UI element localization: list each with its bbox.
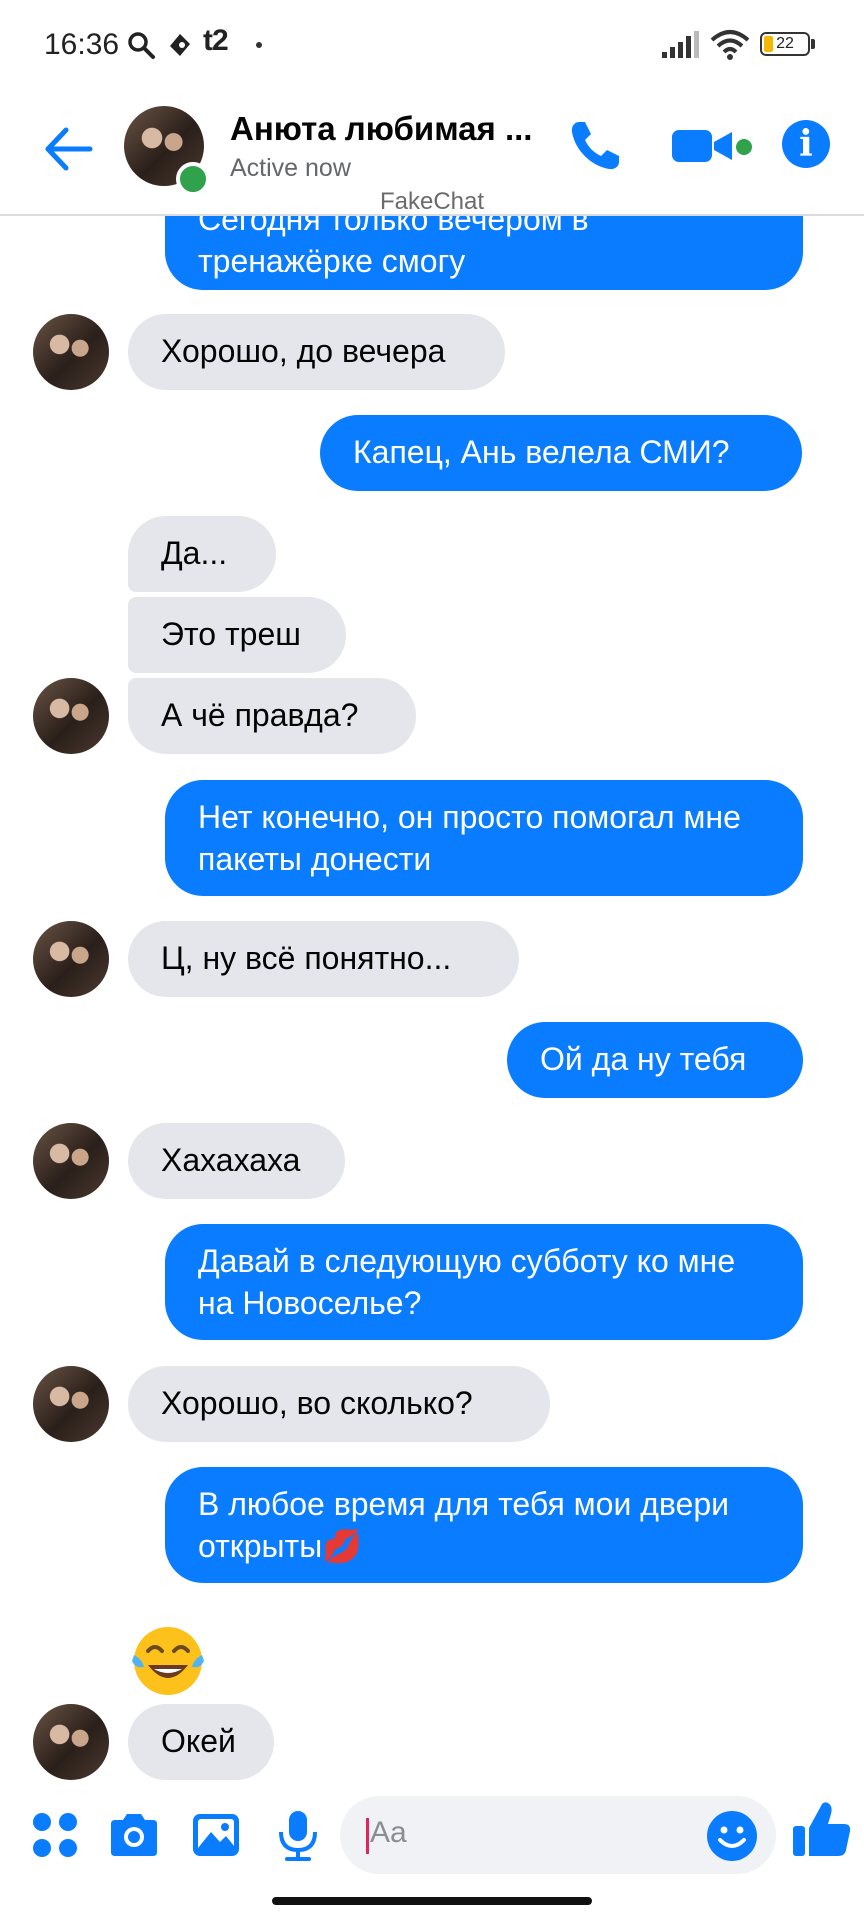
- message-bubble-outgoing[interactable]: В любое время для тебя мои двери открыты…: [165, 1467, 803, 1583]
- mic-icon[interactable]: [271, 1808, 325, 1862]
- avatar[interactable]: [33, 1704, 109, 1780]
- emoji-icon[interactable]: [706, 1810, 758, 1862]
- composer-bar: Aa: [0, 1786, 864, 1886]
- message-bubble-incoming[interactable]: Это треш: [128, 597, 346, 673]
- camera-icon[interactable]: [107, 1808, 161, 1862]
- message-bubble-incoming[interactable]: А чё правда?: [128, 678, 416, 754]
- home-indicator[interactable]: [272, 1897, 592, 1905]
- battery-percent: 22: [776, 35, 794, 52]
- avatar[interactable]: [33, 1123, 109, 1199]
- message-bubble-incoming[interactable]: Хорошо, до вечера: [128, 314, 505, 390]
- avatar[interactable]: [33, 1366, 109, 1442]
- avatar[interactable]: [33, 678, 109, 754]
- clock: 16:36: [44, 28, 120, 61]
- text-cursor: [366, 1818, 369, 1854]
- gallery-icon[interactable]: [189, 1808, 243, 1862]
- input-placeholder: Aa: [370, 1816, 407, 1849]
- message-input[interactable]: Aa: [340, 1796, 776, 1874]
- battery-tip: [811, 39, 815, 49]
- apps-icon[interactable]: [28, 1808, 82, 1862]
- app-notification-icon: [170, 34, 190, 56]
- message-bubble-outgoing[interactable]: Капец, Ань велела СМИ?: [320, 415, 802, 491]
- status-bar: 16:36 t2 22: [0, 0, 864, 92]
- video-call-icon[interactable]: [670, 116, 736, 176]
- active-status: Active now: [230, 154, 351, 182]
- message-bubble-incoming[interactable]: Окей: [128, 1704, 274, 1780]
- message-bubble-outgoing[interactable]: Сегодня только вечером в тренажёрке смог…: [165, 216, 803, 290]
- like-icon[interactable]: [790, 1798, 854, 1862]
- message-bubble-outgoing[interactable]: Ой да ну тебя: [507, 1022, 803, 1098]
- message-bubble-incoming[interactable]: Хахахаха: [128, 1123, 345, 1199]
- notification-dot: [256, 42, 262, 48]
- battery-icon: 22: [760, 32, 810, 56]
- message-bubble-incoming[interactable]: Хорошо, во сколько?: [128, 1366, 550, 1442]
- message-bubble-incoming[interactable]: Да...: [128, 516, 276, 592]
- search-icon: [128, 32, 155, 59]
- phone-call-icon[interactable]: [565, 116, 625, 176]
- contact-name[interactable]: Анюта любимая ...: [230, 110, 540, 148]
- avatar[interactable]: [33, 921, 109, 997]
- message-bubble-outgoing[interactable]: Нет конечно, он просто помогал мне пакет…: [165, 780, 803, 896]
- signal-icon: [662, 31, 699, 58]
- face-with-tears-of-joy-icon[interactable]: [128, 1621, 208, 1701]
- avatar[interactable]: [33, 314, 109, 390]
- carrier-label: t2: [203, 24, 229, 57]
- wifi-icon: [710, 30, 750, 60]
- info-icon[interactable]: i: [782, 120, 830, 168]
- message-bubble-outgoing[interactable]: Давай в следующую субботу ко мне на Ново…: [165, 1224, 803, 1340]
- video-status-dot: [736, 139, 752, 155]
- watermark: FakeChat: [379, 188, 485, 215]
- message-bubble-incoming[interactable]: Ц, ну всё понятно...: [128, 921, 519, 997]
- back-arrow-icon[interactable]: [40, 120, 98, 178]
- message-list[interactable]: Сегодня только вечером в тренажёрке смог…: [0, 216, 864, 1786]
